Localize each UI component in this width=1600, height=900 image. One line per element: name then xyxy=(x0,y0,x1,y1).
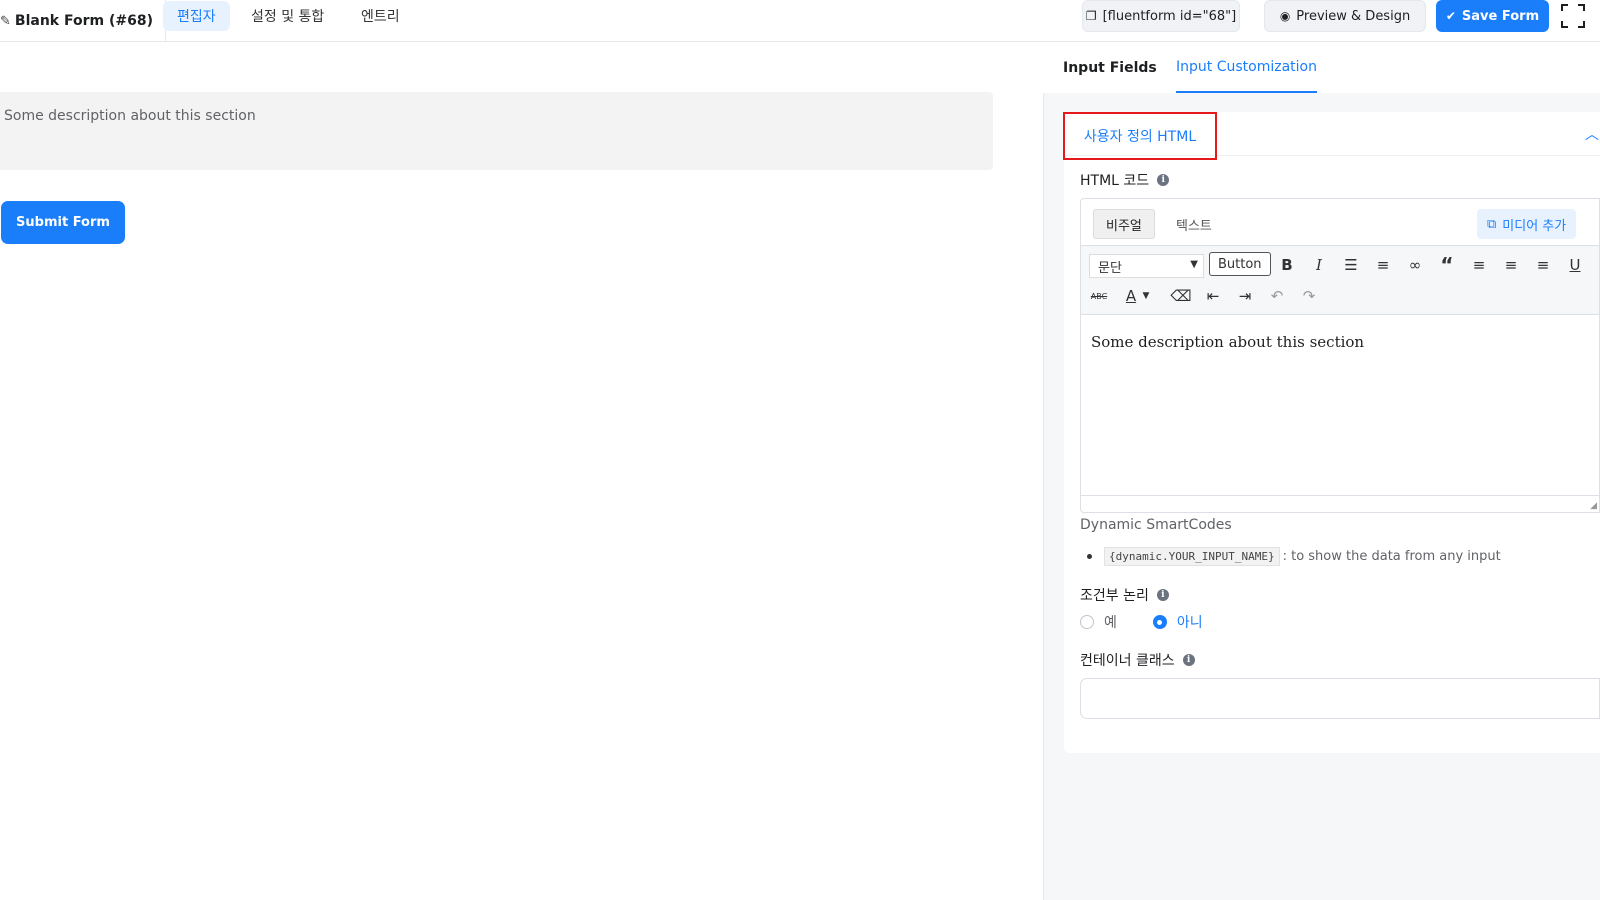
preview-design-button[interactable]: ◉ Preview & Design xyxy=(1264,0,1426,32)
tab-entries[interactable]: 엔트리 xyxy=(347,1,414,31)
chevron-up-icon[interactable]: ︿ xyxy=(1585,124,1599,144)
blockquote-icon[interactable]: “ xyxy=(1434,252,1460,278)
editor-status-bar: ◢ xyxy=(1081,495,1599,513)
radio-yes-label[interactable]: 예 xyxy=(1104,612,1117,632)
html-editor: 비주얼 텍스트 ⧉ 미디어 추가 문단 ▼ Button B I ☰ ≡ ∞ “… xyxy=(1080,198,1600,513)
check-circle-icon: ✔ xyxy=(1445,9,1456,23)
align-right-icon[interactable]: ≡ xyxy=(1530,252,1556,278)
align-left-icon[interactable]: ≡ xyxy=(1466,252,1492,278)
shortcode-text: [fluentform id="68"] xyxy=(1102,8,1237,24)
eye-icon: ◉ xyxy=(1279,9,1291,23)
tab-settings-integrations[interactable]: 설정 및 통합 xyxy=(237,1,338,31)
visual-mode-tab[interactable]: 비주얼 xyxy=(1093,209,1155,239)
preview-label: Preview & Design xyxy=(1296,8,1411,24)
radio-yes[interactable] xyxy=(1080,615,1094,629)
dropdown-arrow-icon: ▼ xyxy=(1190,259,1198,270)
align-center-icon[interactable]: ≡ xyxy=(1498,252,1524,278)
form-title-text: Blank Form (#68) xyxy=(14,13,153,29)
media-icon: ⧉ xyxy=(1487,216,1497,232)
text-mode-tab[interactable]: 텍스트 xyxy=(1164,209,1224,239)
conditional-logic-label-text: 조건부 논리 xyxy=(1080,588,1149,604)
radio-no[interactable] xyxy=(1152,615,1167,629)
fullscreen-icon[interactable] xyxy=(1561,4,1585,28)
add-media-label: 미디어 추가 xyxy=(1502,218,1567,234)
container-class-input[interactable] xyxy=(1080,678,1600,719)
resize-grip-icon[interactable]: ◢ xyxy=(1590,501,1597,511)
radio-no-label[interactable]: 아니 xyxy=(1177,612,1203,632)
format-value: 문단 xyxy=(1098,261,1122,276)
shortcode-copy-button[interactable]: ❐ [fluentform id="68"] xyxy=(1082,0,1240,32)
panel-tabs: Input Fields Input Customization xyxy=(1043,43,1600,93)
eraser-icon[interactable]: ⌫ xyxy=(1168,283,1194,309)
conditional-logic-radio-group: 예 아니 xyxy=(1080,612,1203,632)
shortcode-button[interactable]: Button xyxy=(1209,252,1271,276)
container-class-label-text: 컨테이너 클래스 xyxy=(1080,653,1175,669)
strikethrough-icon[interactable]: ABC xyxy=(1086,283,1112,309)
link-icon[interactable]: ∞ xyxy=(1402,252,1428,278)
conditional-logic-label: 조건부 논리 i xyxy=(1080,585,1169,605)
info-icon[interactable]: i xyxy=(1156,589,1169,601)
form-title[interactable]: ✎ Blank Form (#68) xyxy=(0,0,166,42)
top-bar: ✎ Blank Form (#68) 편집자 설정 및 통합 엔트리 ❐ [fl… xyxy=(0,0,1600,42)
tab-editor[interactable]: 편집자 xyxy=(163,1,230,31)
edit-pen-icon: ✎ xyxy=(0,13,11,29)
bullet-list-icon[interactable]: ☰ xyxy=(1338,252,1364,278)
info-icon[interactable]: i xyxy=(1157,174,1170,186)
bullet-icon xyxy=(1087,554,1092,559)
smartcode-code: {dynamic.YOUR_INPUT_NAME} xyxy=(1104,547,1280,566)
numbered-list-icon[interactable]: ≡ xyxy=(1370,252,1396,278)
editor-content-area[interactable]: Some description about this section xyxy=(1081,315,1599,495)
italic-icon[interactable]: I xyxy=(1306,252,1332,278)
underline-icon[interactable]: U xyxy=(1562,252,1588,278)
accordion-title[interactable]: 사용자 정의 HTML xyxy=(1063,112,1217,160)
section-break-field[interactable]: Some description about this section xyxy=(0,92,993,170)
outdent-icon[interactable]: ⇤ xyxy=(1200,283,1226,309)
undo-icon[interactable]: ↶ xyxy=(1264,283,1290,309)
redo-icon[interactable]: ↷ xyxy=(1296,283,1322,309)
smartcodes-title: Dynamic SmartCodes xyxy=(1080,517,1232,533)
submit-form-button[interactable]: Submit Form xyxy=(1,201,125,244)
format-select[interactable]: 문단 ▼ xyxy=(1089,254,1204,278)
smartcode-description: : to show the data from any input xyxy=(1282,549,1501,564)
indent-icon[interactable]: ⇥ xyxy=(1232,283,1258,309)
tab-input-fields[interactable]: Input Fields xyxy=(1063,43,1157,93)
bold-icon[interactable]: B xyxy=(1274,252,1300,278)
editor-toolbar: 문단 ▼ Button B I ☰ ≡ ∞ “ ≡ ≡ ≡ U ABC A ▼ … xyxy=(1081,245,1599,315)
tab-input-customization[interactable]: Input Customization xyxy=(1176,43,1317,93)
smartcode-list-item: {dynamic.YOUR_INPUT_NAME} : to show the … xyxy=(1087,547,1501,566)
save-label: Save Form xyxy=(1461,8,1540,24)
html-code-label-text: HTML 코드 xyxy=(1080,173,1150,189)
add-media-button[interactable]: ⧉ 미디어 추가 xyxy=(1477,209,1577,239)
info-icon[interactable]: i xyxy=(1182,654,1195,666)
text-color-dropdown-icon[interactable]: ▼ xyxy=(1138,283,1154,309)
copy-icon: ❐ xyxy=(1085,9,1097,23)
save-form-button[interactable]: ✔ Save Form xyxy=(1436,0,1549,32)
container-class-label: 컨테이너 클래스 i xyxy=(1080,650,1195,670)
html-code-label: HTML 코드 i xyxy=(1080,170,1170,190)
editor-mode-bar: 비주얼 텍스트 ⧉ 미디어 추가 xyxy=(1081,199,1599,245)
